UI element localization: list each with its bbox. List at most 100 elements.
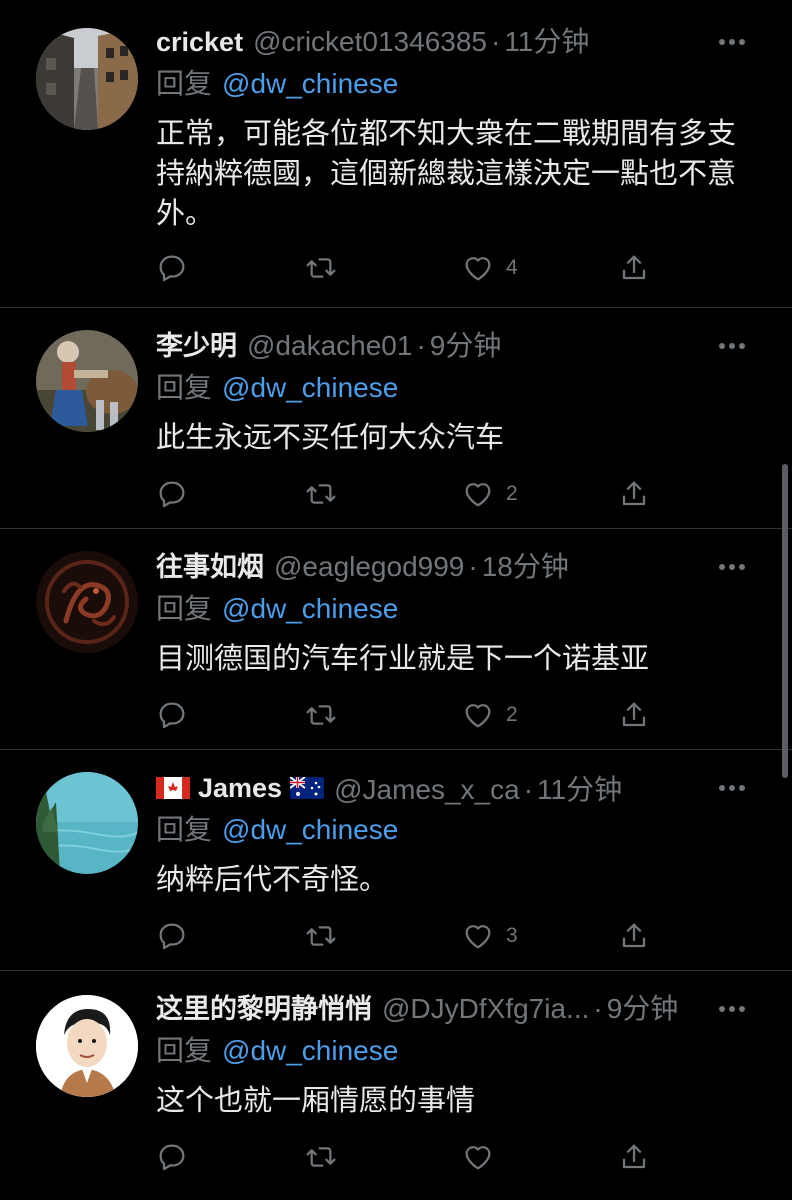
reply-button[interactable]: [156, 1137, 188, 1177]
mention-link[interactable]: @dw_chinese: [222, 593, 398, 624]
reply-prefix: 回复: [156, 68, 213, 99]
share-button[interactable]: [618, 916, 650, 956]
tweet-text: 正常，可能各位都不知大衆在二戰期間有多支持納粹德國，這個新總裁這樣決定一點也不意…: [156, 118, 737, 230]
painting-avatar: [36, 330, 138, 432]
action-bar: 2: [156, 474, 656, 514]
tweet-header: cricket @cricket01346385 · 11分钟: [156, 22, 752, 62]
user-handle[interactable]: @DJyDfXfg7ia...: [382, 989, 589, 1029]
tweet-header: 李少明 @dakache01 · 9分钟: [156, 326, 752, 366]
heart-icon: [465, 483, 491, 507]
action-bar: [156, 1137, 656, 1177]
heart-icon: [465, 704, 491, 728]
share-button[interactable]: [618, 695, 650, 735]
share-button[interactable]: [618, 1137, 650, 1177]
timestamp[interactable]: 9分钟: [607, 989, 679, 1029]
action-bar: 3: [156, 916, 656, 956]
tweet-content: 往事如烟 @eaglegod999 · 18分钟 回复 @dw_chinese 目…: [156, 547, 752, 729]
more-options-icon[interactable]: [712, 22, 752, 62]
avatar[interactable]: [36, 772, 138, 874]
tweet-content: 李少明 @dakache01 · 9分钟 回复 @dw_chinese 此生永远不…: [156, 326, 752, 508]
reply-button[interactable]: [156, 916, 188, 956]
mention-link[interactable]: @dw_chinese: [222, 1035, 398, 1066]
tweet-header: 这里的黎明静悄悄 @DJyDfXfg7ia... · 9分钟: [156, 989, 752, 1029]
retweet-icon: [306, 705, 336, 725]
user-handle[interactable]: @cricket01346385: [253, 22, 487, 62]
retweet-button[interactable]: [304, 248, 338, 288]
like-button[interactable]: 3: [462, 916, 518, 956]
reply-icon: [159, 255, 185, 282]
cartoon-man-avatar: [36, 995, 138, 1097]
dragon-sigil-avatar: [36, 551, 138, 653]
user-handle[interactable]: @eaglegod999: [274, 547, 464, 587]
tweet-header: 往事如烟 @eaglegod999 · 18分钟: [156, 547, 752, 587]
user-handle[interactable]: @James_x_ca: [334, 770, 520, 810]
mention-link[interactable]: @dw_chinese: [222, 814, 398, 845]
like-button[interactable]: [462, 1137, 506, 1177]
display-name[interactable]: 这里的黎明静悄悄: [156, 989, 372, 1029]
reply-timeline: cricket @cricket01346385 · 11分钟 回复 @dw_ch…: [0, 0, 792, 1200]
tweet-text: 目测德国的汽车行业就是下一个诺基亚: [156, 643, 650, 675]
scrollbar[interactable]: [782, 464, 788, 778]
like-count: 4: [506, 256, 518, 279]
like-button[interactable]: 4: [462, 248, 518, 288]
like-button[interactable]: 2: [462, 695, 518, 735]
reply-icon: [159, 1144, 185, 1171]
display-name[interactable]: 往事如烟: [156, 547, 264, 587]
like-button[interactable]: 2: [462, 474, 518, 514]
reply-prefix: 回复: [156, 372, 213, 403]
share-button[interactable]: [618, 474, 650, 514]
timestamp[interactable]: 11分钟: [504, 22, 589, 62]
retweet-icon: [306, 1147, 336, 1167]
more-options-icon[interactable]: [712, 768, 752, 808]
heart-icon: [465, 925, 491, 949]
retweet-button[interactable]: [304, 695, 338, 735]
display-name[interactable]: 李少明: [156, 326, 237, 366]
retweet-icon: [306, 926, 336, 946]
reply-button[interactable]: [156, 474, 188, 514]
timestamp[interactable]: 18分钟: [482, 547, 569, 587]
more-options-icon[interactable]: [712, 326, 752, 366]
avatar[interactable]: [36, 330, 138, 432]
heart-icon: [465, 1146, 491, 1170]
display-name-with-flags[interactable]: James: [156, 768, 325, 808]
reply-tweet[interactable]: 这里的黎明静悄悄 @DJyDfXfg7ia... · 9分钟 回复 @dw_chi…: [0, 971, 792, 1200]
retweet-button[interactable]: [304, 916, 338, 956]
display-name[interactable]: James: [198, 768, 282, 808]
avatar[interactable]: [36, 551, 138, 653]
replying-to: 回复 @dw_chinese: [156, 810, 752, 850]
more-options-icon[interactable]: [712, 547, 752, 587]
retweet-button[interactable]: [304, 1137, 338, 1177]
mention-link[interactable]: @dw_chinese: [222, 68, 398, 99]
share-icon: [622, 481, 646, 506]
lake-avatar: [36, 772, 138, 874]
separator-dot: ·: [593, 993, 603, 1024]
reply-button[interactable]: [156, 248, 188, 288]
display-name[interactable]: cricket: [156, 22, 243, 62]
replying-to: 回复 @dw_chinese: [156, 1031, 752, 1071]
like-count: 2: [506, 703, 518, 726]
avatar[interactable]: [36, 995, 138, 1097]
retweet-icon: [306, 484, 336, 504]
reply-tweet[interactable]: 往事如烟 @eaglegod999 · 18分钟 回复 @dw_chinese 目…: [0, 529, 792, 750]
reply-button[interactable]: [156, 695, 188, 735]
reply-tweet[interactable]: James @James_x_ca · 11分钟 回复 @dw_chinese …: [0, 750, 792, 971]
timestamp[interactable]: 9分钟: [430, 326, 502, 366]
australia-flag-icon: [290, 777, 325, 799]
more-options-icon[interactable]: [712, 989, 752, 1029]
mention-link[interactable]: @dw_chinese: [222, 372, 398, 403]
reply-icon: [159, 702, 185, 729]
share-button[interactable]: [618, 248, 650, 288]
reply-tweet[interactable]: 李少明 @dakache01 · 9分钟 回复 @dw_chinese 此生永远不…: [0, 308, 792, 529]
share-icon: [622, 702, 646, 727]
reply-prefix: 回复: [156, 593, 213, 624]
reply-tweet[interactable]: cricket @cricket01346385 · 11分钟 回复 @dw_ch…: [0, 0, 792, 308]
reply-icon: [159, 923, 185, 950]
reply-prefix: 回复: [156, 1035, 213, 1066]
replying-to: 回复 @dw_chinese: [156, 589, 752, 629]
retweet-button[interactable]: [304, 474, 338, 514]
tweet-content: James @James_x_ca · 11分钟 回复 @dw_chinese …: [156, 768, 752, 950]
canada-flag-icon: [156, 777, 190, 799]
user-handle[interactable]: @dakache01: [247, 326, 412, 366]
avatar[interactable]: [36, 28, 138, 130]
timestamp[interactable]: 11分钟: [537, 770, 622, 810]
